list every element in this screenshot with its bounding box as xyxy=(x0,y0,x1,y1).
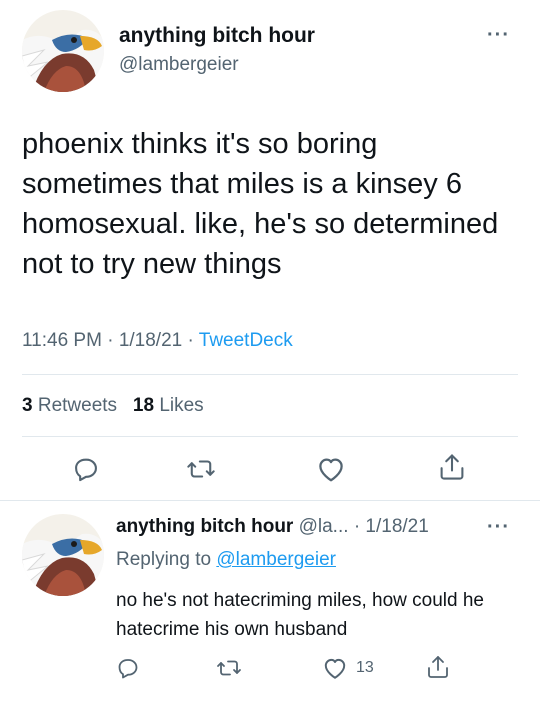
retweet-icon[interactable] xyxy=(186,455,216,483)
likes-label: Likes xyxy=(159,395,204,416)
likes-stat[interactable]: 18 Likes xyxy=(133,395,204,416)
reply-more-icon[interactable]: ··· xyxy=(487,516,510,539)
tweet-text: phoenix thinks it's so boring sometimes … xyxy=(22,128,499,280)
tweet-date[interactable]: 1/18/21 xyxy=(119,330,182,351)
reply-avatar[interactable] xyxy=(22,514,104,596)
tweet-source[interactable]: TweetDeck xyxy=(199,330,293,351)
replying-to: Replying to @lambergeier xyxy=(116,549,336,571)
replying-to-handle[interactable]: @lambergeier xyxy=(216,549,336,570)
retweets-stat[interactable]: 3 Retweets xyxy=(22,395,117,416)
author-handle[interactable]: @lambergeier xyxy=(119,54,239,76)
like-icon[interactable] xyxy=(322,656,348,680)
more-icon[interactable]: ··· xyxy=(487,24,510,47)
reply-author-name[interactable]: anything bitch hour xyxy=(116,516,293,537)
retweet-icon[interactable] xyxy=(216,656,242,680)
tweet-time[interactable]: 11:46 PM xyxy=(22,330,102,351)
reply-icon[interactable] xyxy=(116,656,140,680)
share-icon[interactable] xyxy=(438,452,466,482)
divider xyxy=(0,500,540,501)
author-name[interactable]: anything bitch hour xyxy=(119,24,315,48)
likes-count: 18 xyxy=(132,395,155,416)
meta-separator: · xyxy=(353,516,361,537)
replying-to-label: Replying to xyxy=(116,549,212,570)
tweet-stats: 3 Retweets 18 Likes xyxy=(22,395,204,417)
avatar[interactable] xyxy=(22,10,104,92)
share-icon[interactable] xyxy=(426,654,450,680)
retweets-count: 3 xyxy=(22,395,33,416)
divider xyxy=(22,436,518,437)
reply-date[interactable]: 1/18/21 xyxy=(365,516,428,537)
reply-icon[interactable] xyxy=(72,455,100,483)
retweets-label: Retweets xyxy=(37,395,118,416)
avatar-bird-image xyxy=(22,514,104,596)
meta-separator: · xyxy=(187,330,194,351)
reply-author-handle[interactable]: @la... xyxy=(299,516,349,537)
avatar-bird-image xyxy=(22,10,104,92)
like-count: 13 xyxy=(356,659,374,676)
reply-header: anything bitch hour @la... · 1/18/21 xyxy=(116,516,429,538)
reply-text: no he's not hatecriming miles, how could… xyxy=(116,590,484,640)
divider xyxy=(22,374,518,375)
tweet-meta: 11:46 PM · 1/18/21 · TweetDeck xyxy=(22,330,293,352)
meta-separator: · xyxy=(107,330,114,351)
like-icon[interactable] xyxy=(316,455,346,483)
